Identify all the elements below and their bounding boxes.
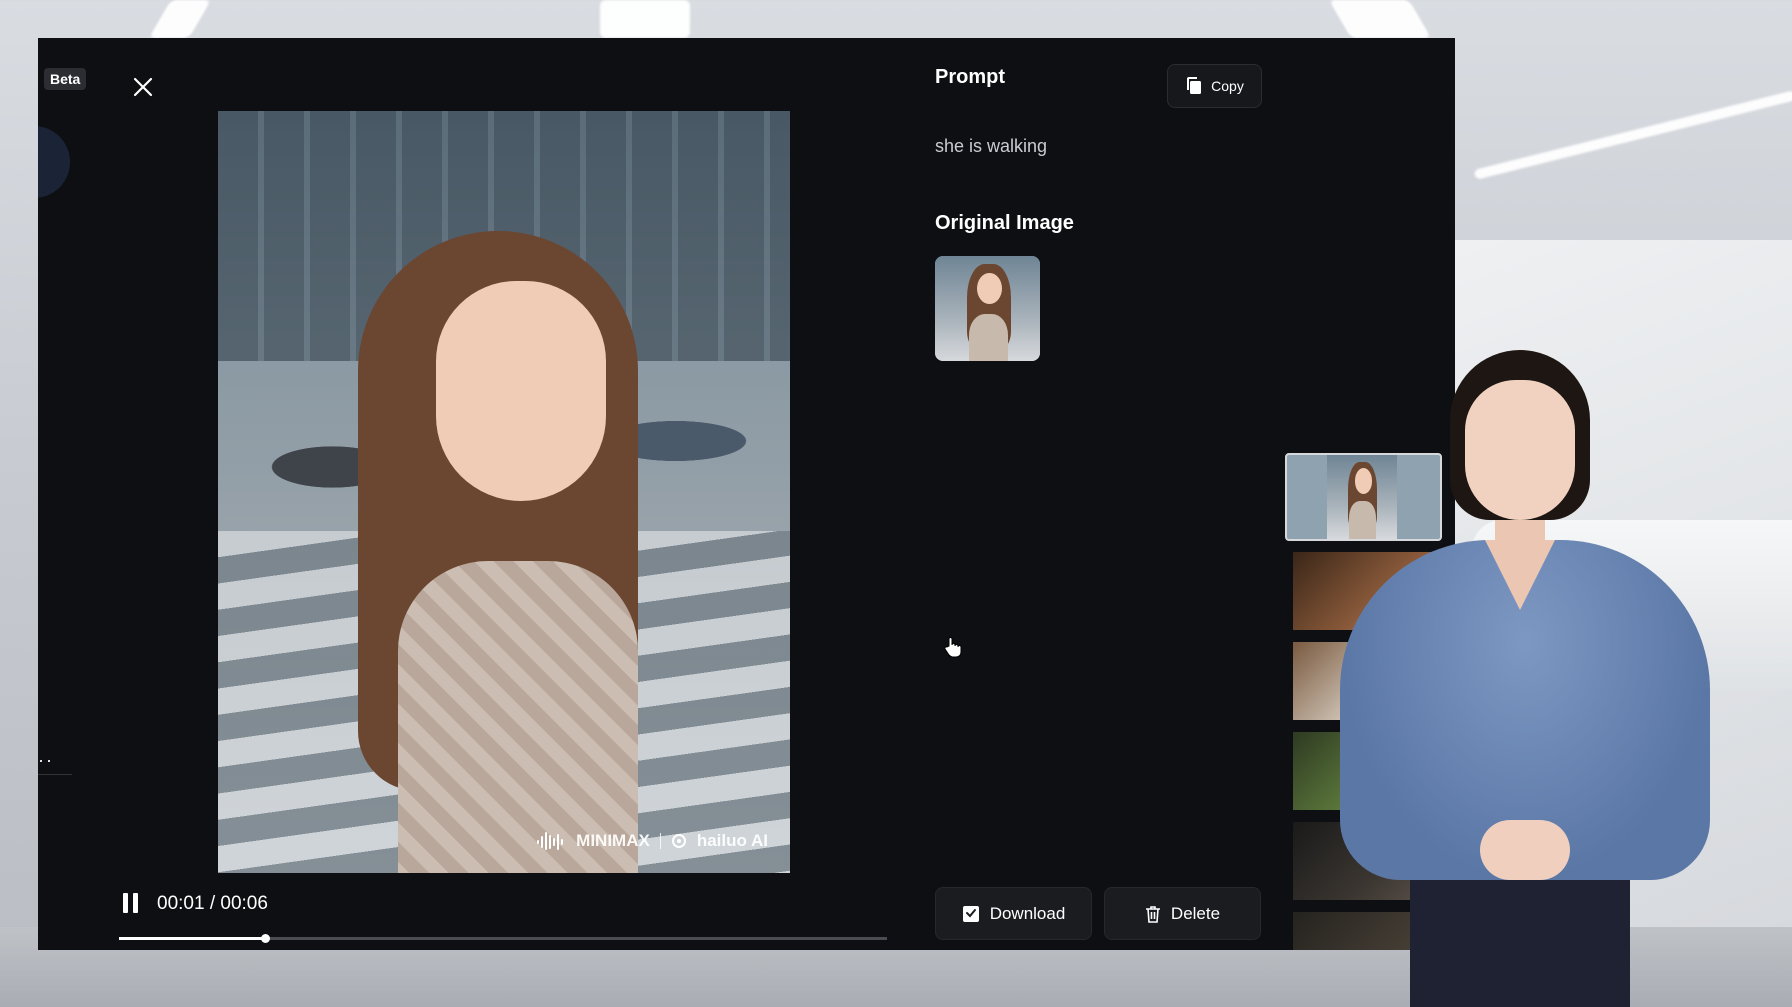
progress-bar[interactable] bbox=[119, 934, 887, 943]
copy-label: Copy bbox=[1211, 78, 1244, 94]
video-watermark: MINIMAX hailuo AI bbox=[536, 831, 768, 851]
watermark-app: hailuo AI bbox=[696, 831, 768, 850]
video-player[interactable]: MINIMAX hailuo AI bbox=[218, 111, 790, 873]
presenter-avatar bbox=[1330, 350, 1730, 1007]
copy-button[interactable]: Copy bbox=[1167, 64, 1262, 108]
player-controls: 00:01 / 00:06 bbox=[123, 893, 268, 915]
watermark-brand: MINIMAX bbox=[576, 831, 650, 850]
trash-icon bbox=[1145, 905, 1160, 923]
divider bbox=[38, 774, 72, 775]
original-image-title: Original Image bbox=[935, 212, 1074, 234]
copy-icon bbox=[1187, 77, 1202, 94]
video-detail-modal: ·· Beta MINIMAX hailuo AI 00:01 / 00:06 … bbox=[38, 38, 1455, 950]
download-button[interactable]: Download bbox=[935, 887, 1092, 940]
pause-button[interactable] bbox=[123, 893, 143, 915]
close-button[interactable] bbox=[120, 64, 166, 110]
download-label: Download bbox=[989, 903, 1066, 923]
playback-time: 00:01 / 00:06 bbox=[157, 893, 268, 914]
prompt-title: Prompt bbox=[935, 66, 1005, 88]
hailuo-logo-icon bbox=[671, 834, 686, 848]
delete-button[interactable]: Delete bbox=[1104, 887, 1261, 940]
pause-icon bbox=[123, 893, 128, 913]
soundwave-logo-icon bbox=[537, 832, 564, 850]
close-icon bbox=[133, 77, 153, 97]
original-image-thumbnail[interactable] bbox=[935, 256, 1040, 361]
delete-label: Delete bbox=[1170, 903, 1221, 923]
download-icon bbox=[962, 905, 979, 922]
prompt-text: she is walking bbox=[935, 136, 1048, 156]
progress-handle[interactable] bbox=[260, 934, 270, 943]
hand-cursor-icon bbox=[944, 637, 962, 658]
progress-fill bbox=[119, 937, 265, 940]
beta-badge: Beta bbox=[44, 68, 87, 90]
background-avatar bbox=[38, 126, 70, 198]
more-icon[interactable]: ·· bbox=[38, 750, 54, 771]
video-subject bbox=[358, 231, 658, 873]
